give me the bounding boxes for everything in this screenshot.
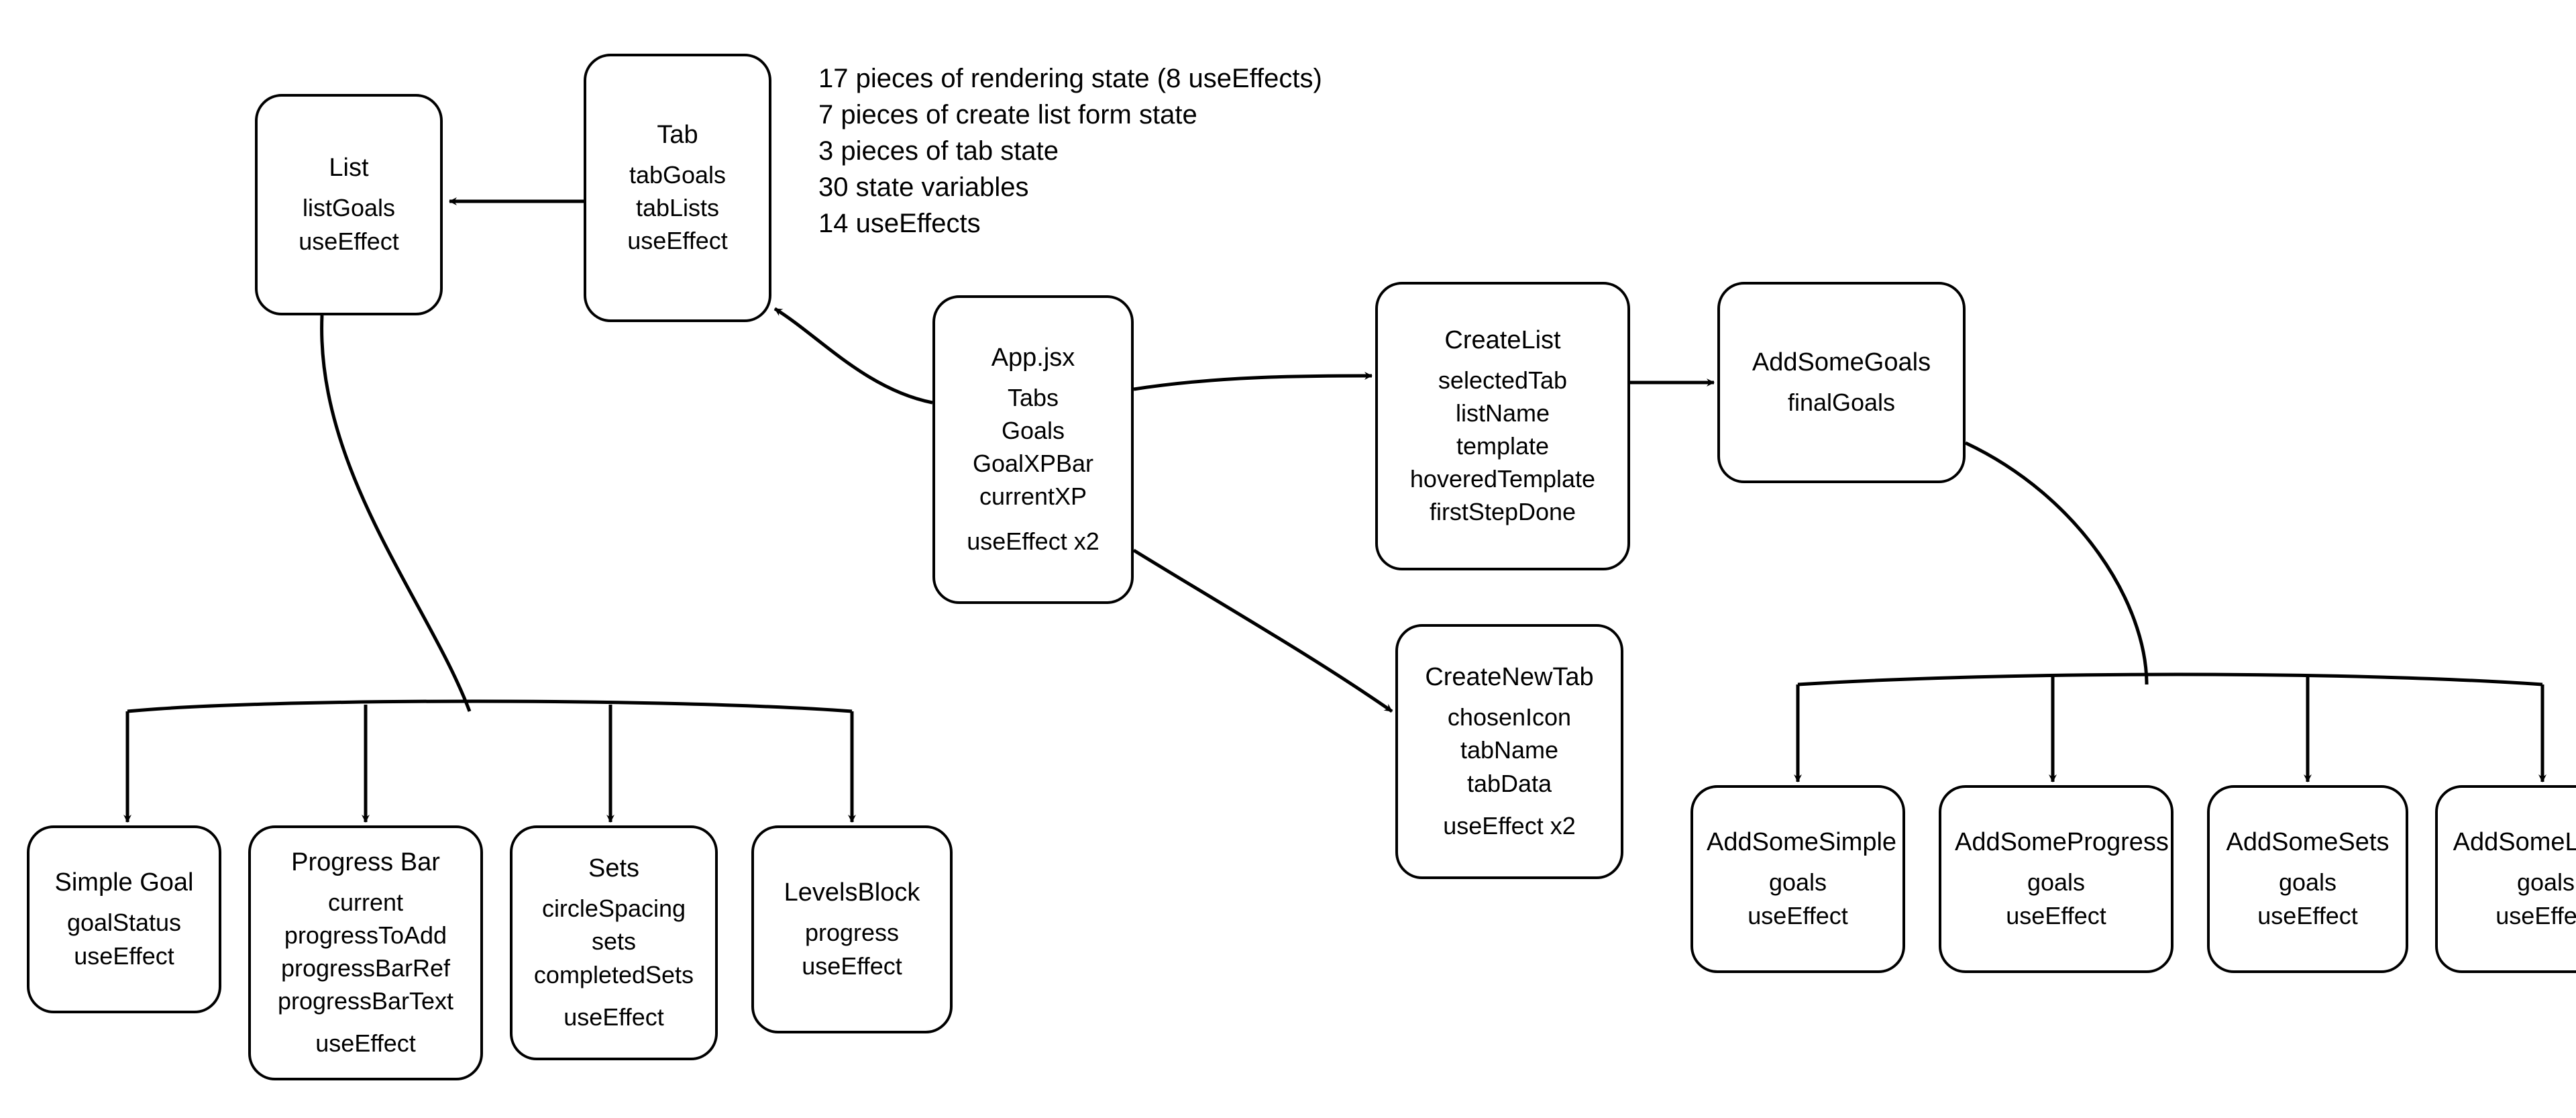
note-line: 17 pieces of rendering state (8 useEffec… [818,60,1322,97]
node-line: useEffect x2 [1411,811,1607,840]
node-addsomeprogress: AddSomeProgress goals useEffect [1939,785,2174,973]
diagram-stage: 17 pieces of rendering state (8 useEffec… [0,0,2576,1118]
node-title: CreateList [1391,326,1614,355]
node-progressbar: Progress Bar current progressToAdd progr… [248,825,483,1080]
node-title: AddSomeGoals [1733,348,1949,377]
node-app: App.jsx Tabs Goals GoalXPBar currentXP u… [932,295,1134,604]
node-line: useEffect x2 [949,527,1118,556]
node-line: useEffect [43,942,205,970]
node-line: tabGoals [600,160,755,189]
node-simplegoal: Simple Goal goalStatus useEffect [27,825,221,1013]
node-title: Tab [600,121,755,150]
node-line: firstStepDone [1391,497,1614,526]
node-line: sets [526,927,702,956]
node-line: finalGoals [1733,388,1949,417]
node-line: useEffect [271,227,427,256]
node-line: useEffect [2223,901,2392,930]
node-line: goalStatus [43,908,205,937]
note-line: 7 pieces of create list form state [818,97,1322,133]
node-line: progress [767,918,936,947]
node-line: progressToAdd [264,921,467,950]
node-line: template [1391,431,1614,460]
node-line: Goals [949,416,1118,445]
node-line: useEffect [600,226,755,255]
node-title: AddSomeSimple [1707,828,1889,857]
node-line: useEffect [526,1003,702,1031]
node-title: List [271,154,427,183]
node-line: useEffect [767,952,936,980]
node-line: completedSets [526,960,702,989]
note-line: 30 state variables [818,169,1322,205]
node-title: Sets [526,854,702,883]
node-line: circleSpacing [526,894,702,923]
node-line: GoalXPBar [949,449,1118,478]
node-line: listName [1391,399,1614,427]
node-title: App.jsx [949,344,1118,372]
node-title: Progress Bar [264,848,467,877]
node-line: Tabs [949,383,1118,412]
node-line: useEffect [2451,901,2576,930]
node-list: List listGoals useEffect [255,94,443,315]
node-line: progressBarText [264,986,467,1015]
node-title: AddSomeLevels [2451,828,2576,857]
node-line: goals [1707,868,1889,897]
node-tab: Tab tabGoals tabLists useEffect [584,54,771,322]
node-createnewtab: CreateNewTab chosenIcon tabName tabData … [1395,624,1623,879]
node-line: useEffect [264,1029,467,1058]
node-line: useEffect [1955,901,2157,930]
node-title: AddSomeSets [2223,828,2392,857]
node-line: tabData [1411,769,1607,798]
summary-note: 17 pieces of rendering state (8 useEffec… [818,60,1322,242]
note-line: 3 pieces of tab state [818,133,1322,169]
node-title: Simple Goal [43,868,205,897]
node-line: selectedTab [1391,366,1614,395]
node-addsomesets: AddSomeSets goals useEffect [2207,785,2408,973]
node-line: goals [2223,868,2392,897]
node-sets: Sets circleSpacing sets completedSets us… [510,825,718,1060]
node-line: useEffect [1707,901,1889,930]
node-line: hoveredTemplate [1391,464,1614,493]
node-line: chosenIcon [1411,703,1607,731]
node-addsomegoals: AddSomeGoals finalGoals [1717,282,1966,483]
node-line: goals [1955,868,2157,897]
node-addsomesimple: AddSomeSimple goals useEffect [1690,785,1905,973]
note-line: 14 useEffects [818,205,1322,242]
node-line: listGoals [271,193,427,222]
node-line: goals [2451,868,2576,897]
node-title: CreateNewTab [1411,663,1607,692]
node-line: current [264,888,467,917]
node-levelsblock: LevelsBlock progress useEffect [751,825,953,1033]
node-title: LevelsBlock [767,878,936,907]
node-line: tabName [1411,735,1607,764]
node-line: tabLists [600,193,755,222]
node-line: currentXP [949,482,1118,511]
node-line: progressBarRef [264,954,467,982]
node-addsomelevels: AddSomeLevels goals useEffect [2435,785,2576,973]
node-title: AddSomeProgress [1955,828,2157,857]
node-createlist: CreateList selectedTab listName template… [1375,282,1630,570]
